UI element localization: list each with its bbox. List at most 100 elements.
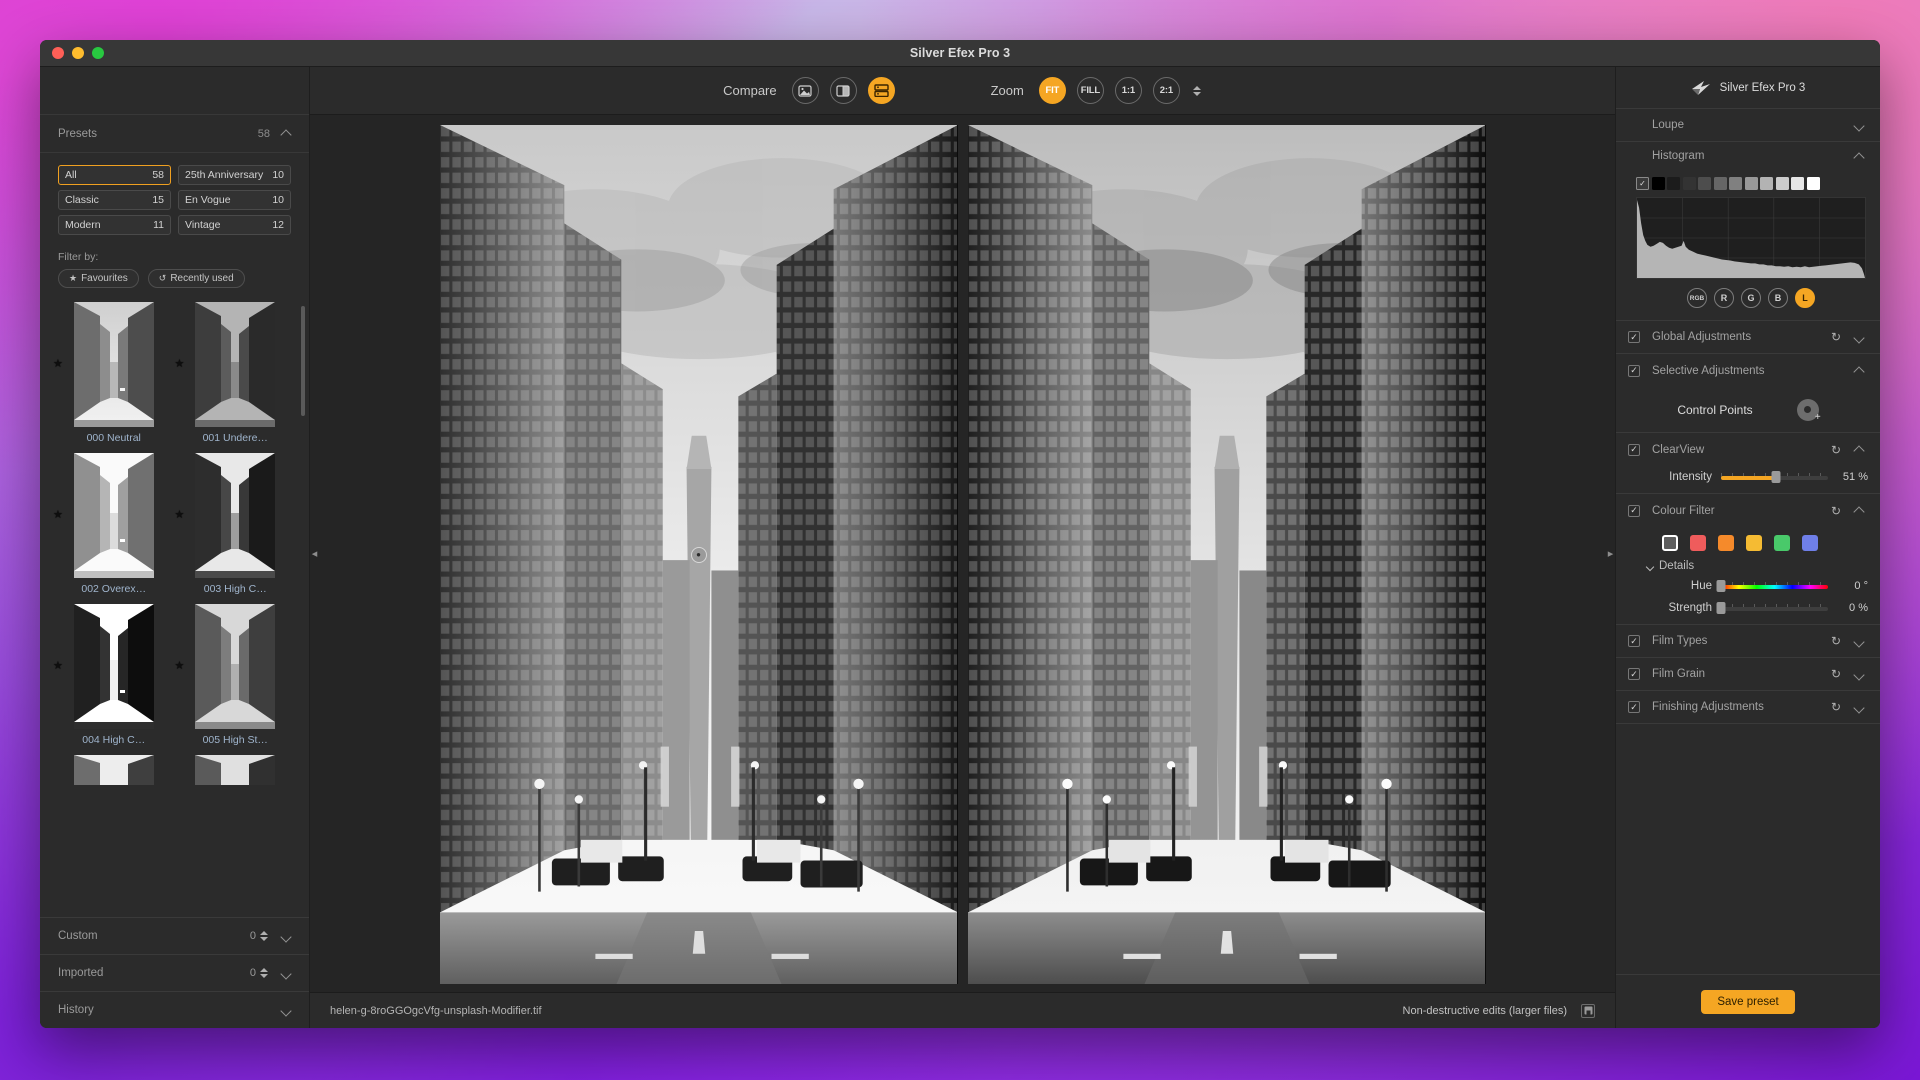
preset-item[interactable]: ★ 003 High C… (175, 453, 296, 595)
single-view-button[interactable] (791, 77, 819, 104)
category-all[interactable]: All 58 (58, 165, 171, 185)
favourite-star-icon[interactable]: ★ (175, 659, 185, 672)
preset-thumbnail[interactable] (73, 302, 154, 427)
preset-thumbnail[interactable] (195, 453, 276, 578)
zoom-2-1-button[interactable]: 2:1 (1152, 77, 1180, 104)
zoom-fill-button[interactable]: FILL (1076, 77, 1104, 104)
category-vintage[interactable]: Vintage 12 (178, 215, 291, 235)
tone-swatch[interactable] (1698, 177, 1711, 190)
channel-rgb-button[interactable]: RGB (1687, 288, 1707, 308)
sidebar-row-history[interactable]: History (40, 991, 309, 1028)
before-image-pane[interactable]: ● (439, 125, 958, 984)
section-finishing-adjustments[interactable]: ✓ Finishing Adjustments ↻ (1616, 691, 1880, 724)
preset-item[interactable] (54, 755, 174, 785)
sidebar-row-imported[interactable]: Imported 0 (40, 954, 309, 991)
presets-scrollbar[interactable] (301, 306, 305, 416)
filter-recently-used-pill[interactable]: ↺ Recently used (147, 269, 245, 288)
chevron-up-icon[interactable] (1853, 364, 1866, 377)
channel-l-button[interactable]: L (1795, 288, 1815, 308)
clearview-checkbox[interactable]: ✓ (1628, 443, 1640, 456)
after-image-pane[interactable] (967, 125, 1486, 984)
zoom-1-1-button[interactable]: 1:1 (1114, 77, 1142, 104)
chevron-down-icon[interactable] (280, 930, 293, 943)
slider-handle[interactable] (1771, 470, 1781, 483)
colour-filter-red[interactable] (1690, 535, 1706, 551)
reset-icon[interactable]: ↻ (1831, 634, 1841, 648)
tone-swatch[interactable] (1651, 177, 1665, 190)
save-preset-button[interactable]: Save preset (1701, 989, 1795, 1014)
preset-item[interactable]: ★ 005 High St… (175, 604, 296, 746)
preset-item[interactable]: ★ (53, 604, 174, 746)
sidebar-row-custom[interactable]: Custom 0 (40, 917, 309, 954)
colour-filter-yellow[interactable] (1746, 535, 1762, 551)
hue-slider[interactable] (1716, 579, 1828, 592)
section-histogram[interactable]: Histogram (1616, 142, 1880, 170)
favourite-star-icon[interactable]: ★ (53, 508, 63, 521)
split-view-button[interactable] (829, 77, 857, 104)
film-types-checkbox[interactable]: ✓ (1628, 635, 1640, 647)
category-classic[interactable]: Classic 15 (58, 190, 171, 210)
colour-filter-orange[interactable] (1718, 535, 1734, 551)
stepper-icon[interactable] (260, 931, 269, 941)
category-modern[interactable]: Modern 11 (58, 215, 171, 235)
colour-filter-none[interactable] (1662, 535, 1678, 551)
tone-swatch[interactable] (1760, 177, 1773, 190)
colour-filter-green[interactable] (1774, 535, 1790, 551)
category-25th-anniversary[interactable]: 25th Anniversary 10 (178, 165, 291, 185)
intensity-slider[interactable] (1721, 470, 1828, 483)
preset-item[interactable] (176, 755, 296, 785)
tone-swatch[interactable] (1775, 177, 1789, 190)
slider-handle[interactable] (1716, 579, 1726, 592)
section-clearview[interactable]: ✓ ClearView ↻ (1616, 433, 1880, 466)
section-colour-filter[interactable]: ✓ Colour Filter ↻ (1616, 494, 1880, 527)
favourite-star-icon[interactable]: ★ (175, 508, 185, 521)
section-film-grain[interactable]: ✓ Film Grain ↻ (1616, 658, 1880, 691)
preset-thumbnail[interactable] (73, 453, 154, 578)
stepper-icon[interactable] (260, 968, 269, 978)
selective-adjustments-checkbox[interactable]: ✓ (1628, 364, 1640, 377)
favourite-star-icon[interactable]: ★ (53, 357, 63, 370)
histogram-clipping-checkbox[interactable]: ✓ (1636, 177, 1649, 190)
chevron-down-icon[interactable] (1646, 562, 1655, 571)
chevron-up-icon[interactable] (280, 127, 293, 140)
preset-thumbnail-scroll[interactable]: ★ 000 Neutral ★ 001 Undere… ★ 002 Overex… (40, 298, 309, 917)
preset-thumbnail[interactable] (195, 302, 276, 427)
favourite-star-icon[interactable]: ★ (175, 357, 185, 370)
channel-b-button[interactable]: B (1768, 288, 1788, 308)
reset-icon[interactable]: ↻ (1831, 504, 1841, 518)
preset-item[interactable]: ★ (53, 453, 174, 595)
zoom-stepper-icon[interactable] (1192, 85, 1202, 96)
strength-slider[interactable] (1716, 601, 1828, 614)
channel-r-button[interactable]: R (1714, 288, 1734, 308)
preset-thumbnail[interactable] (195, 755, 276, 785)
add-control-point-icon[interactable]: + (1796, 398, 1821, 422)
reset-icon[interactable]: ↻ (1831, 700, 1841, 714)
section-loupe[interactable]: Loupe (1616, 109, 1880, 142)
chevron-down-icon[interactable] (280, 967, 293, 980)
tone-swatch[interactable] (1791, 177, 1804, 190)
slider-handle[interactable] (1716, 601, 1726, 614)
collapse-left-panel-handle[interactable]: ◂ (310, 541, 319, 567)
section-film-types[interactable]: ✓ Film Types ↻ (1616, 625, 1880, 658)
film-grain-checkbox[interactable]: ✓ (1628, 668, 1640, 680)
preset-item[interactable]: ★ 001 Undere… (175, 302, 296, 444)
chevron-up-icon[interactable] (1853, 150, 1866, 163)
section-selective-adjustments[interactable]: ✓ Selective Adjustments (1616, 354, 1880, 387)
presets-section-header[interactable]: Presets 58 (40, 115, 309, 153)
colour-filter-checkbox[interactable]: ✓ (1628, 504, 1640, 517)
reset-icon[interactable]: ↻ (1831, 667, 1841, 681)
chevron-down-icon[interactable] (1853, 668, 1866, 681)
chevron-down-icon[interactable] (280, 1004, 293, 1017)
tone-swatch[interactable] (1744, 177, 1758, 190)
tone-swatch[interactable] (1806, 177, 1820, 190)
preset-thumbnail[interactable] (73, 604, 154, 729)
favourite-star-icon[interactable]: ★ (53, 659, 63, 672)
nondestructive-toggle[interactable] (1581, 1003, 1595, 1018)
reset-icon[interactable]: ↻ (1831, 443, 1841, 457)
chevron-down-icon[interactable] (1853, 331, 1866, 344)
preset-item[interactable]: ★ (53, 302, 174, 444)
details-toggle[interactable]: Details (1616, 557, 1880, 575)
collapse-right-panel-handle[interactable]: ▸ (1606, 541, 1615, 567)
filter-favourites-pill[interactable]: ★ Favourites (58, 269, 139, 288)
channel-g-button[interactable]: G (1741, 288, 1761, 308)
